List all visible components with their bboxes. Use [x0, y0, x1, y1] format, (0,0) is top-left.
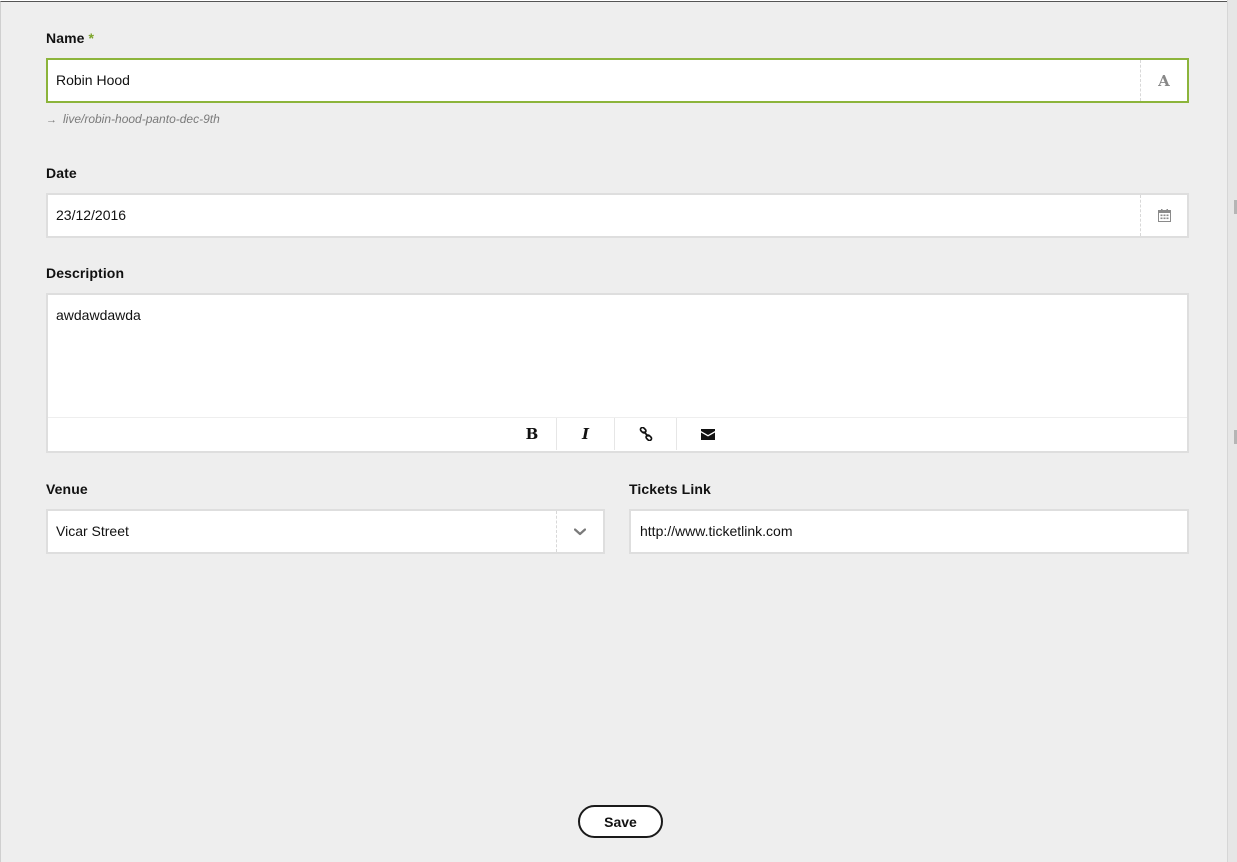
arrow-right-icon: →	[46, 114, 57, 126]
editor-toolbar: B I	[48, 417, 1187, 451]
date-label: Date	[46, 165, 77, 181]
tickets-link-label: Tickets Link	[629, 481, 711, 497]
venue-value: Vicar Street	[56, 523, 129, 539]
venue-dropdown-toggle[interactable]	[556, 511, 603, 552]
description-editor[interactable]: awdawdawda B I	[46, 293, 1189, 453]
bold-button[interactable]: B	[508, 418, 556, 450]
italic-icon: I	[581, 425, 590, 443]
form-panel: Name * Robin Hood A → live/robin-hood-pant…	[0, 1, 1227, 862]
link-button[interactable]	[614, 418, 676, 450]
name-label-text: Name	[46, 30, 85, 46]
slug-text: live/robin-hood-panto-dec-9th	[63, 112, 220, 126]
slug-preview: → live/robin-hood-panto-dec-9th	[46, 112, 220, 126]
date-field[interactable]: 23/12/2016	[46, 193, 1189, 238]
date-value: 23/12/2016	[56, 207, 127, 223]
text-format-icon: A	[1158, 71, 1170, 90]
link-icon	[639, 427, 652, 441]
calendar-icon	[1157, 209, 1171, 222]
email-button[interactable]	[676, 418, 738, 450]
name-value: Robin Hood	[56, 72, 130, 88]
chevron-down-icon	[574, 527, 586, 535]
name-label: Name *	[46, 30, 94, 46]
save-button[interactable]: Save	[578, 805, 663, 838]
envelope-icon	[700, 428, 715, 440]
text-format-button[interactable]: A	[1140, 60, 1187, 101]
italic-button[interactable]: I	[556, 418, 614, 450]
calendar-button[interactable]	[1140, 195, 1187, 236]
tickets-link-value: http://www.ticketlink.com	[640, 523, 793, 539]
description-value: awdawdawda	[56, 307, 141, 323]
bold-icon: B	[525, 425, 539, 443]
name-field[interactable]: Robin Hood A	[46, 58, 1189, 103]
required-marker: *	[88, 30, 95, 46]
venue-label: Venue	[46, 481, 88, 497]
venue-select[interactable]: Vicar Street	[46, 509, 605, 554]
description-label: Description	[46, 265, 125, 281]
tickets-link-input[interactable]: http://www.ticketlink.com	[629, 509, 1189, 554]
